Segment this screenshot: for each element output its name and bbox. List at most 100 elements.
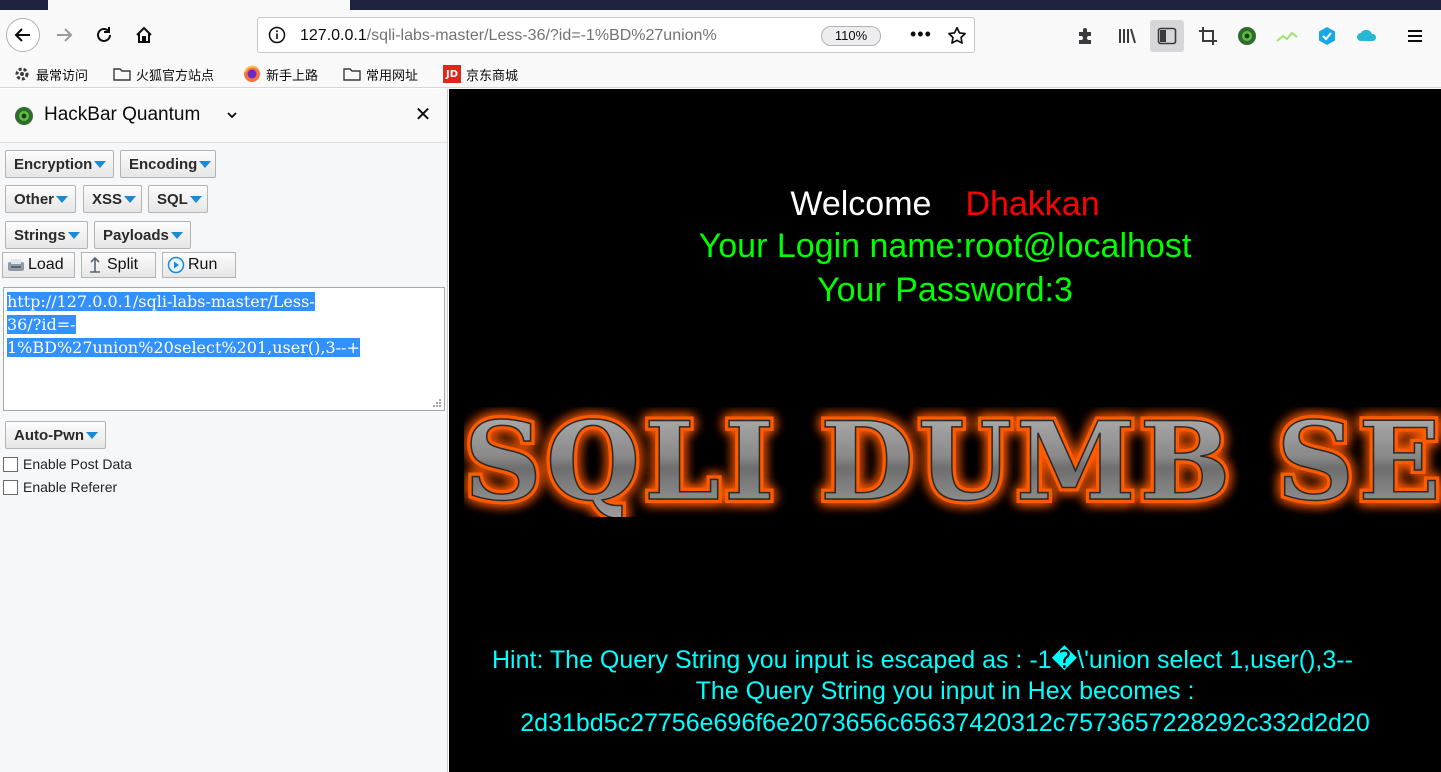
close-sidebar-button[interactable]: ✕ [412,104,434,126]
hackbar-logo-icon [15,107,33,125]
username-text: Dhakkan [965,185,1100,223]
url-path: /sqli-labs-master/Less-36/?id=-1%BD%27un… [366,27,717,44]
menu-label: Auto-Pwn [14,426,84,444]
hackbar-sidebar: HackBar Quantum ✕ Encryption Encoding Ot… [0,89,448,772]
url-bar[interactable]: 127.0.0.1/sqli-labs-master/Less-36/?id=-… [257,17,975,53]
page-content: Welcome Dhakkan Your Login name:root@loca… [449,89,1441,772]
bookmark-star-icon[interactable] [946,25,968,47]
enable-post-data-checkbox[interactable] [3,456,18,472]
enable-referer-row[interactable]: Enable Referer [3,478,117,496]
screenshot-crop-icon[interactable] [1196,24,1220,48]
bookmark-label: 京东商城 [466,68,519,84]
extensions-icon[interactable] [1074,24,1098,48]
welcome-line: Welcome Dhakkan [449,185,1441,224]
load-url-button[interactable]: Load [2,252,75,278]
autopwn-menu-button[interactable]: Auto-Pwn [5,421,106,449]
bookmark-label: 新手上路 [266,68,319,84]
bookmark-jd-mall[interactable]: JD 京东商城 [443,64,518,84]
password-text: Your Password:3 [817,271,1073,309]
enable-referer-checkbox[interactable] [3,479,18,495]
bookmark-common-sites[interactable]: 常用网址 [343,64,418,84]
bookmark-label: 最常访问 [36,68,89,84]
folder-icon [343,65,361,83]
home-button[interactable] [128,19,160,51]
bookmarks-toolbar: 最常访问 火狐官方站点 新手上路 常用网址 JD 京东商城 [0,60,1441,88]
sidebar-title[interactable]: HackBar Quantum [44,104,200,126]
info-icon[interactable] [268,26,286,44]
page-actions-icon[interactable]: ••• [910,24,932,45]
hackbar-extension-icon[interactable] [1235,24,1259,48]
encoding-menu-button[interactable]: Encoding [120,150,216,178]
back-button[interactable] [6,18,40,52]
menu-label: XSS [92,190,123,208]
load-icon [7,256,25,274]
sidebar-header: HackBar Quantum ✕ [0,89,447,143]
menu-label: SQL [157,190,188,208]
home-icon [136,26,152,43]
bookmark-firefox-official[interactable]: 火狐官方站点 [113,64,214,84]
checkbox-label: Enable Post Data [23,456,132,472]
action-label: Run [188,256,218,273]
sqli-dumb-series-banner: SQLI DUMB SERIES SQLI DUMB SERIES [464,407,1441,517]
strings-menu-button[interactable]: Strings [5,221,88,249]
library-icon[interactable] [1115,24,1139,48]
menu-label: Strings [14,226,66,244]
dropdown-triangle-icon [67,231,80,239]
run-url-button[interactable]: Run [162,252,236,278]
dropdown-triangle-icon [124,195,137,203]
chart-extension-icon[interactable] [1275,24,1299,48]
split-url-button[interactable]: Split [81,252,156,278]
arrow-right-icon [57,28,73,42]
textarea-line: 36/?id=- [7,315,76,334]
reload-button[interactable] [88,19,120,51]
bookmark-most-visited[interactable]: 最常访问 [13,64,88,84]
tab-strip [0,0,1441,10]
dropdown-triangle-icon [56,195,69,203]
menu-label: Other [14,190,55,208]
bookmark-label: 常用网址 [366,68,419,84]
menu-label: Encryption [14,155,93,173]
hint-escaped-query: Hint: The Query String you input is esca… [492,646,1353,674]
navigation-toolbar: 127.0.0.1/sqli-labs-master/Less-36/?id=-… [0,10,1441,60]
enable-post-data-row[interactable]: Enable Post Data [3,455,132,473]
sql-menu-button[interactable]: SQL [148,185,208,213]
resize-grip-icon[interactable] [432,398,442,408]
dropdown-triangle-icon [94,160,107,168]
sidebar-toggle-icon[interactable] [1150,20,1184,52]
active-tab-indicator[interactable] [48,0,350,10]
play-icon [167,256,185,274]
reload-icon [97,27,111,42]
menu-label: Encoding [129,155,198,173]
cube-extension-icon[interactable] [1315,24,1339,48]
welcome-text: Welcome [790,185,932,223]
hamburger-menu-icon[interactable] [1403,24,1427,48]
bookmark-label: 火狐官方站点 [136,68,215,84]
split-icon [86,256,104,274]
cloud-extension-icon[interactable] [1355,24,1379,48]
url-textarea[interactable]: http://127.0.0.1/sqli-labs-master/Less- … [3,287,445,411]
action-label: Split [107,256,139,273]
xss-menu-button[interactable]: XSS [83,185,142,213]
dropdown-triangle-icon [199,160,212,168]
hint-hex-label: The Query String you input in Hex become… [695,677,1195,705]
bookmark-getting-started[interactable]: 新手上路 [243,64,318,84]
url-text[interactable]: 127.0.0.1/sqli-labs-master/Less-36/?id=-… [300,27,780,45]
chevron-down-icon[interactable] [225,108,239,122]
menu-label: Payloads [103,226,169,244]
encryption-menu-button[interactable]: Encryption [5,150,114,178]
dropdown-triangle-icon [189,195,202,203]
folder-icon [113,65,131,83]
firefox-icon [243,65,261,83]
textarea-line: 1%BD%27union%20select%201,user(),3--+ [7,338,360,357]
banner-text: SQLI DUMB SERIES [464,407,1441,517]
payloads-menu-button[interactable]: Payloads [94,221,191,249]
jd-icon: JD [443,65,461,83]
url-host: 127.0.0.1 [300,27,367,44]
zoom-level-badge[interactable]: 110% [821,26,881,46]
textarea-line: http://127.0.0.1/sqli-labs-master/Less- [7,292,315,311]
other-menu-button[interactable]: Other [5,185,76,213]
gear-icon [13,65,31,83]
action-label: Load [28,256,64,273]
dropdown-triangle-icon [170,231,183,239]
forward-button[interactable] [48,19,80,51]
